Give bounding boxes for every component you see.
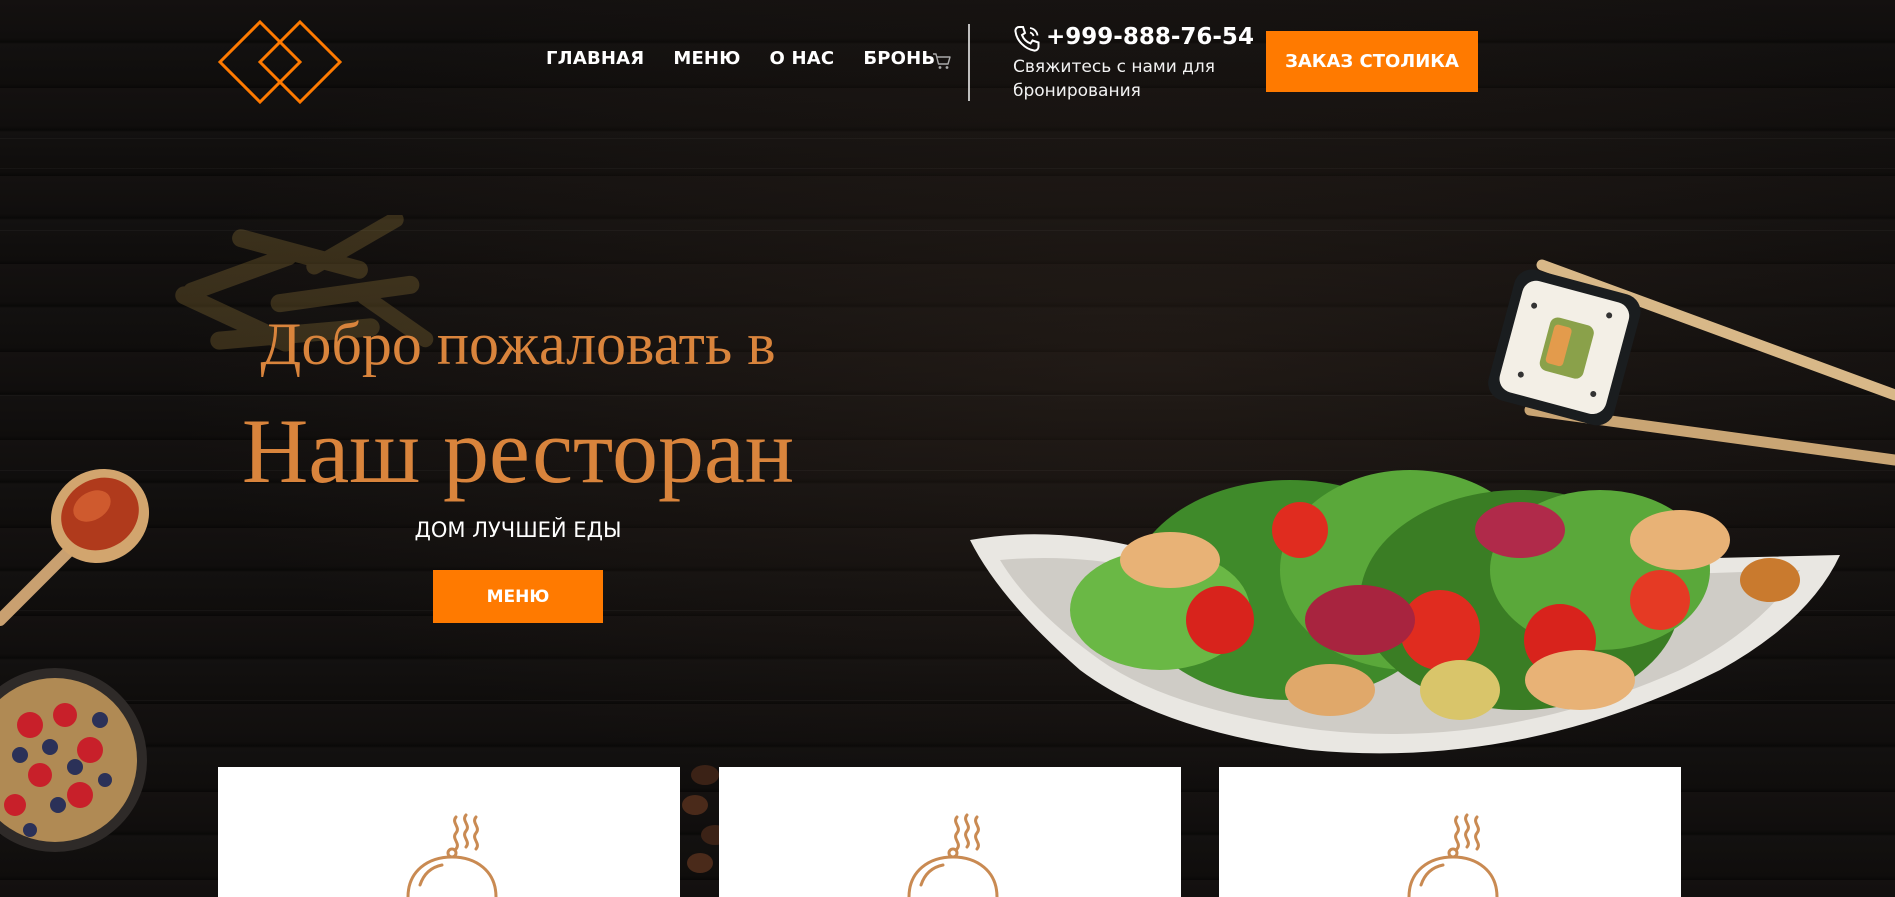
hero-kicker: Добро пожаловать в [260, 311, 776, 377]
feature-card[interactable] [719, 767, 1181, 897]
reserve-table-button[interactable]: ЗАКАЗ СТОЛИКА [1266, 31, 1478, 92]
spice-spoon-image [0, 468, 150, 626]
cloche-icon [1407, 813, 1499, 897]
feature-card[interactable] [218, 767, 680, 897]
hero-section: ГЛАВНАЯ МЕНЮ О НАС БРОНЬ +999-888-76-54 … [0, 0, 1895, 897]
cloche-icon [907, 813, 999, 897]
wood-grain [0, 168, 1895, 169]
wood-grain [0, 138, 1895, 139]
double-diamond-logo[interactable] [216, 18, 344, 106]
nav-home[interactable]: ГЛАВНАЯ [546, 48, 644, 69]
hero-menu-button[interactable]: МЕНЮ [433, 570, 603, 623]
hero-subtitle: ДОМ ЛУЧШЕЙ ЕДЫ [414, 518, 622, 542]
nav-booking[interactable]: БРОНЬ [863, 48, 935, 69]
cart-icon[interactable] [932, 52, 952, 70]
cloche-icon [406, 813, 498, 897]
main-nav: ГЛАВНАЯ МЕНЮ О НАС БРОНЬ [546, 48, 935, 69]
hero-title: Наш ресторан [241, 400, 795, 502]
feature-card[interactable] [1219, 767, 1681, 897]
contact-note: Свяжитесь с нами для бронирования [1013, 57, 1216, 101]
phone-number[interactable]: +999-888-76-54 [1046, 24, 1254, 50]
header-divider [968, 24, 970, 101]
berry-bowl-image [0, 668, 147, 852]
sushi-chopsticks-image [1488, 259, 1895, 466]
phone-icon [1014, 26, 1040, 52]
nav-menu[interactable]: МЕНЮ [673, 48, 740, 69]
nav-about[interactable]: О НАС [770, 48, 835, 69]
